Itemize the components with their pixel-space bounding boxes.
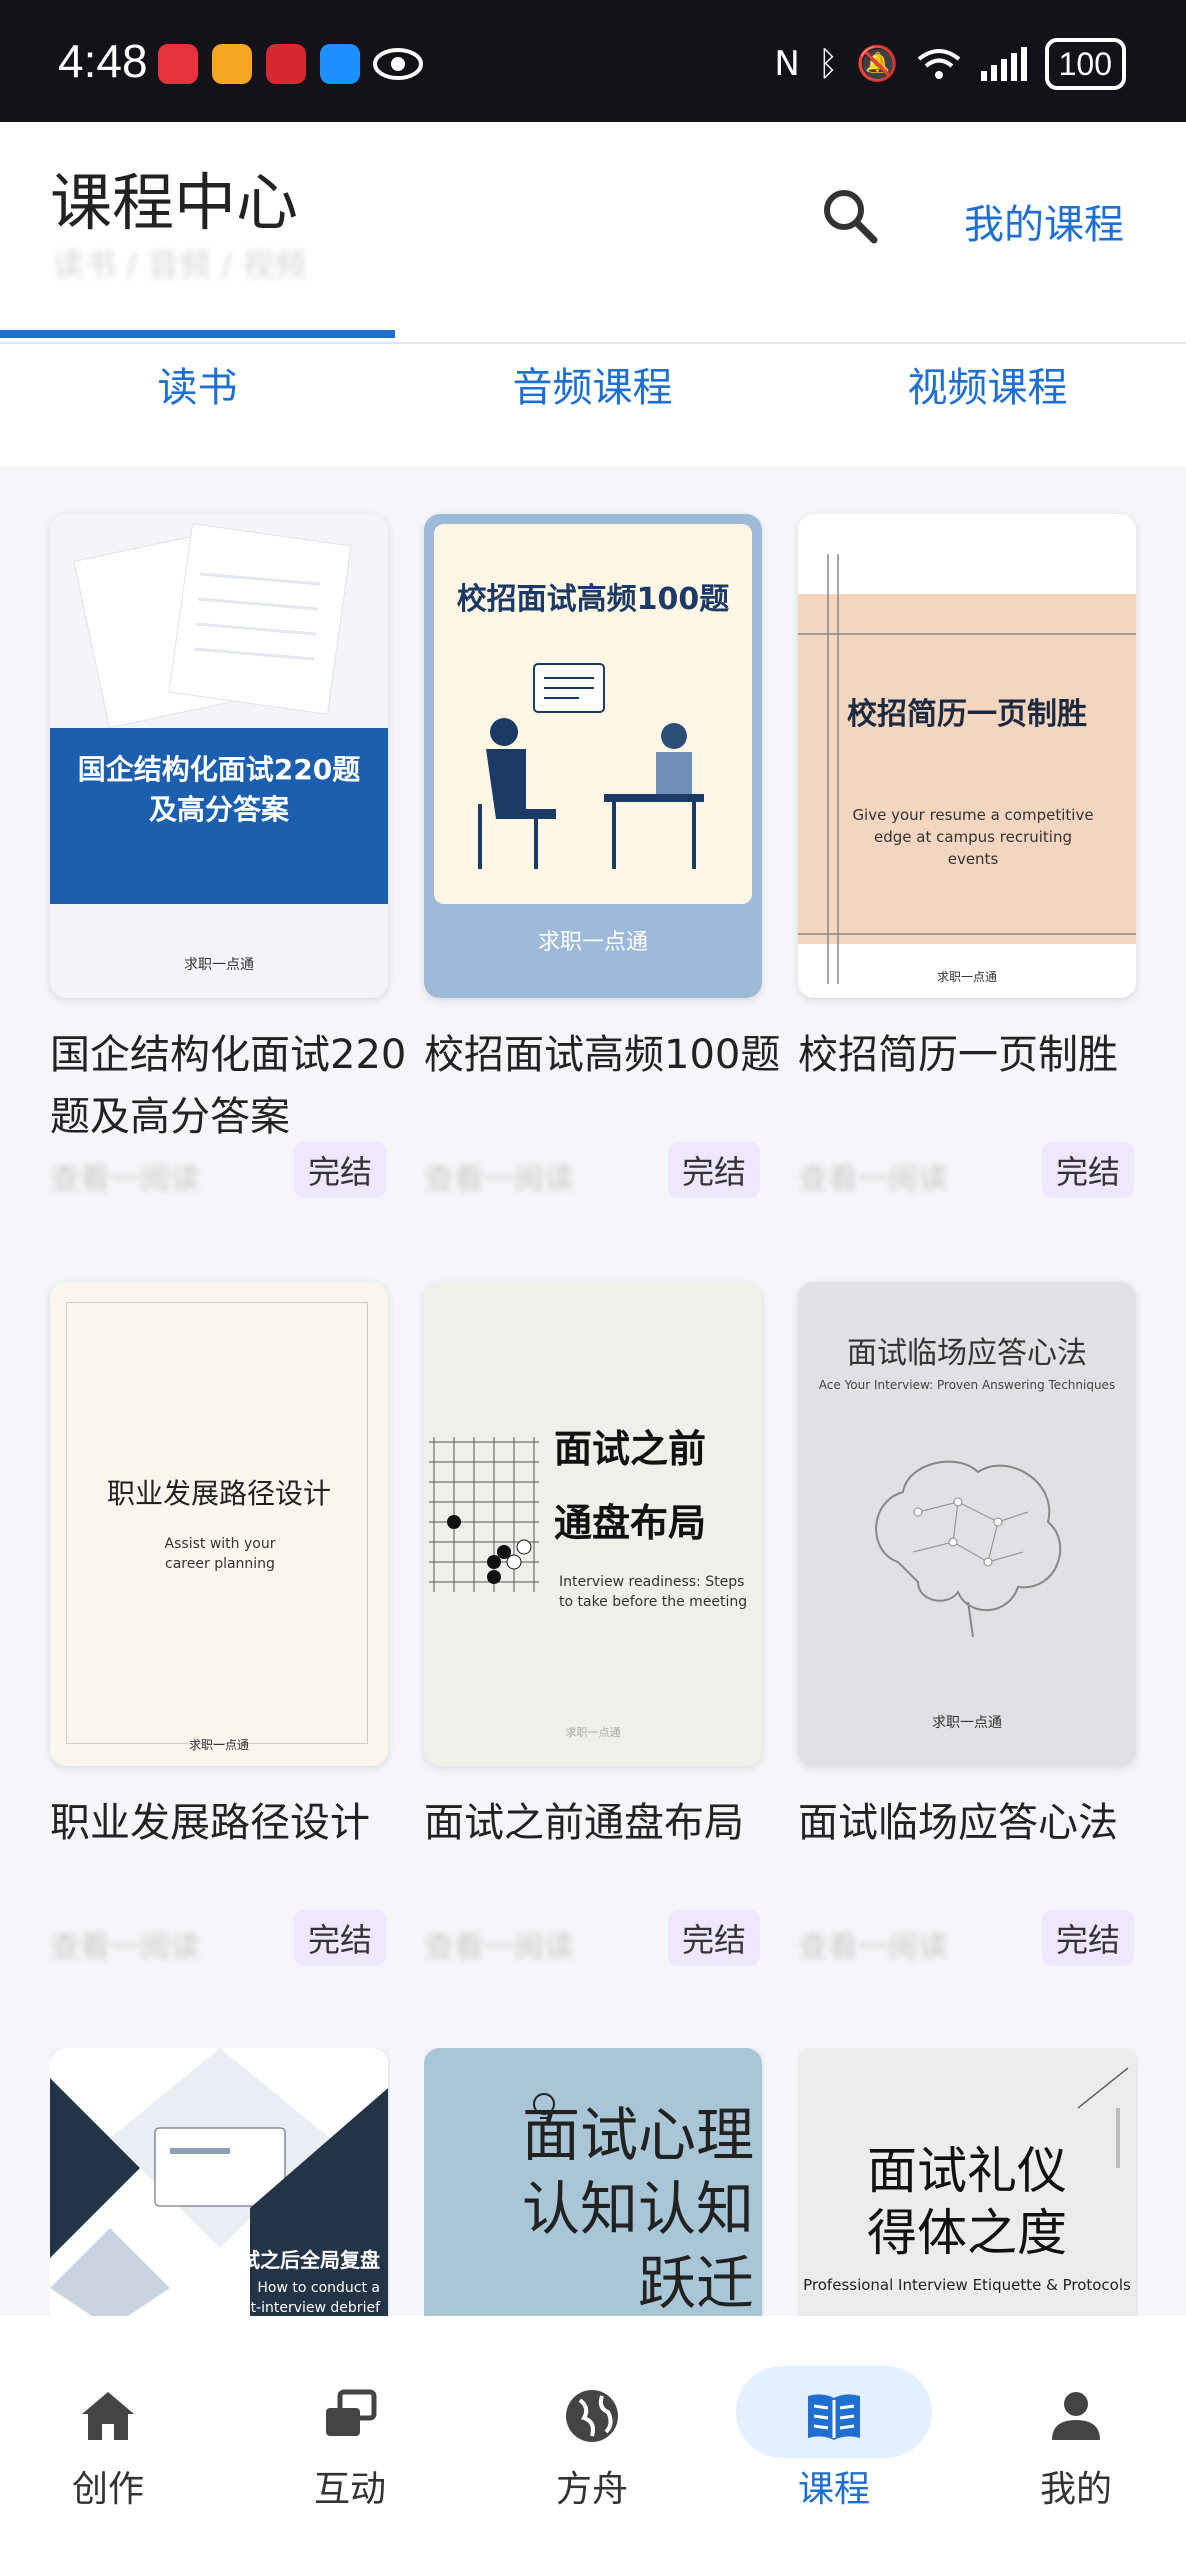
mute-icon: 🔕 bbox=[856, 44, 899, 84]
book-icon bbox=[808, 2394, 860, 2440]
course-meta: 查看一阅读 bbox=[50, 1162, 200, 1197]
nav-item-create[interactable]: 创作 bbox=[18, 2356, 198, 2516]
tab-divider bbox=[0, 342, 1186, 344]
course-meta: 查看一阅读 bbox=[798, 1162, 948, 1197]
status-badge: 完结 bbox=[294, 1142, 386, 1198]
eye-icon bbox=[373, 48, 423, 80]
battery-icon: 100 bbox=[1044, 38, 1126, 90]
nav-label: 创作 bbox=[71, 2469, 144, 2510]
signal-icon bbox=[980, 47, 1027, 81]
cover-title: 职业发展路径设计 bbox=[106, 1477, 331, 1510]
course-card[interactable]: 面试之后全局复盘 How to conduct a post-interview… bbox=[50, 2048, 390, 2316]
course-meta: 查看一阅读 bbox=[50, 1930, 200, 1965]
course-title[interactable]: 职业发展路径设计 bbox=[50, 1792, 410, 1854]
status-badge: 完结 bbox=[668, 1910, 760, 1966]
nav-item-ark[interactable]: 方舟 bbox=[502, 2356, 682, 2516]
nav-label: 互动 bbox=[313, 2469, 386, 2510]
status-time: 4:48 bbox=[58, 35, 148, 87]
cover-subtitle: Assist with your career planning bbox=[164, 1536, 276, 1572]
diamond-pattern-graphic bbox=[50, 2048, 388, 2316]
cover-brand: 求职一点通 bbox=[188, 1738, 249, 1752]
cover-subtitle: How to conduct a post-interview debrief bbox=[225, 2280, 380, 2316]
weibo-app-icon bbox=[212, 44, 252, 84]
interview-illustration bbox=[478, 663, 704, 869]
cover-title: 面试之前 通盘布局 bbox=[554, 1427, 707, 1545]
nfc-icon: N bbox=[774, 44, 800, 84]
brain-graphic bbox=[875, 1460, 1062, 1638]
bottom-nav: 创作 互动 方舟 课程 我的 bbox=[0, 2316, 1186, 2560]
page-title: 课程中心 bbox=[50, 166, 299, 239]
status-badge: 完结 bbox=[1042, 1910, 1134, 1966]
course-cover[interactable]: 职业发展路径设计 Assist with your career plannin… bbox=[50, 1282, 388, 1766]
course-cover[interactable]: 国企结构化面试220题 及高分答案 求职一点通 bbox=[50, 514, 388, 998]
globe-icon bbox=[566, 2390, 618, 2442]
nav-label: 我的 bbox=[1039, 2469, 1112, 2510]
tab-audio-courses[interactable]: 音频课程 bbox=[395, 322, 790, 446]
status-badge: 完结 bbox=[668, 1142, 760, 1198]
cover-brand: 求职一点通 bbox=[932, 1715, 1002, 1731]
status-badge: 完结 bbox=[1042, 1142, 1134, 1198]
cloud-app-icon bbox=[320, 44, 360, 84]
cover-brand: 求职一点通 bbox=[936, 970, 997, 984]
cover-brand: 求职一点通 bbox=[184, 957, 254, 973]
my-courses-link[interactable]: 我的课程 bbox=[964, 192, 1124, 250]
nav-item-interact[interactable]: 互动 bbox=[260, 2356, 440, 2516]
course-meta: 查看一阅读 bbox=[798, 1930, 948, 1965]
cover-brand: 求职一点通 bbox=[537, 930, 648, 955]
tab-reading[interactable]: 读书 bbox=[0, 322, 395, 446]
interact-icon bbox=[326, 2389, 377, 2436]
cover-brand: 求职一点通 bbox=[565, 1726, 621, 1739]
cover-title: 面试临场应答心法 bbox=[847, 1336, 1087, 1371]
wifi-icon bbox=[917, 49, 960, 79]
home-icon bbox=[82, 2392, 134, 2440]
frame-lines-graphic bbox=[798, 554, 1136, 984]
cover-frame bbox=[66, 1302, 368, 1744]
course-cover[interactable]: 校招简历一页制胜 Give your resume a competitive … bbox=[798, 514, 1136, 998]
course-cover[interactable]: 面试之前 通盘布局 Interview readiness: Steps to … bbox=[424, 1282, 762, 1766]
course-cover[interactable]: 面试之后全局复盘 How to conduct a post-interview… bbox=[50, 2048, 388, 2316]
status-right: N ᛒ 🔕 100 bbox=[774, 38, 1126, 90]
nav-item-me[interactable]: 我的 bbox=[986, 2356, 1166, 2516]
course-cover[interactable]: 校招面试高频100题 求职一点通 bbox=[424, 514, 762, 998]
course-title[interactable]: 校招简历一页制胜 bbox=[798, 1024, 1158, 1086]
tab-video-courses[interactable]: 视频课程 bbox=[790, 322, 1185, 446]
course-cover[interactable]: 面试礼仪 得体之度 Professional Interview Etiquet… bbox=[798, 2048, 1136, 2316]
huawei-app-icon bbox=[158, 44, 198, 84]
nav-label: 课程 bbox=[797, 2469, 870, 2510]
person-icon bbox=[1052, 2392, 1100, 2440]
nav-label: 方舟 bbox=[555, 2469, 628, 2510]
course-meta: 查看一阅读 bbox=[424, 1162, 574, 1197]
cover-title: 校招面试高频100题 bbox=[456, 582, 730, 617]
cover-subtitle: Ace Your Interview: Proven Answering Tec… bbox=[818, 1378, 1116, 1392]
breadcrumb: 读书 / 音频 / 视频 bbox=[52, 246, 307, 284]
cover-subtitle: Professional Interview Etiquette & Proto… bbox=[803, 2276, 1131, 2294]
active-tab-indicator bbox=[0, 330, 395, 338]
status-badge: 完结 bbox=[294, 1910, 386, 1966]
course-cover[interactable]: 面试临场应答心法 Ace Your Interview: Proven Answ… bbox=[798, 1282, 1136, 1766]
cover-title: 校招简历一页制胜 bbox=[847, 697, 1087, 732]
course-meta: 查看一阅读 bbox=[424, 1930, 574, 1965]
status-bar: 4:48 N ᛒ 🔕 100 bbox=[0, 0, 1186, 122]
course-card[interactable]: 面试礼仪 得体之度 Professional Interview Etiquet… bbox=[798, 2048, 1138, 2316]
cover-title: 国企结构化面试220题 及高分答案 bbox=[77, 753, 361, 826]
course-title[interactable]: 校招面试高频100题 bbox=[424, 1024, 784, 1086]
cover-title: 面试之后全局复盘 bbox=[220, 2248, 380, 2272]
bluetooth-icon: ᛒ bbox=[817, 44, 839, 84]
course-title[interactable]: 面试临场应答心法 bbox=[798, 1792, 1158, 1854]
cover-subtitle: Interview readiness: Steps to take befor… bbox=[559, 1574, 748, 1610]
page-header: 课程中心 读书 / 音频 / 视频 我的课程 读书 音频课程 视频课程 bbox=[0, 122, 1186, 466]
cover-subtitle: Give your resume a competitive edge at c… bbox=[852, 806, 1094, 868]
cover-title: 面试礼仪 得体之度 bbox=[867, 2142, 1067, 2262]
course-cover[interactable]: 面试心理 认知认知 跃迁 bbox=[424, 2048, 762, 2316]
nav-item-courses[interactable]: 课程 bbox=[736, 2356, 932, 2516]
news-app-icon bbox=[266, 44, 306, 84]
go-board-graphic bbox=[429, 1437, 539, 1592]
cover-title: 面试心理 认知认知 跃迁 bbox=[521, 2101, 754, 2316]
course-title[interactable]: 国企结构化面试220 题及高分答案 bbox=[50, 1024, 410, 1148]
course-title[interactable]: 面试之前通盘布局 bbox=[424, 1792, 784, 1854]
course-card[interactable]: 面试心理 认知认知 跃迁 bbox=[424, 2048, 764, 2316]
search-icon[interactable] bbox=[818, 184, 882, 248]
paper-stack-graphic bbox=[73, 523, 352, 729]
